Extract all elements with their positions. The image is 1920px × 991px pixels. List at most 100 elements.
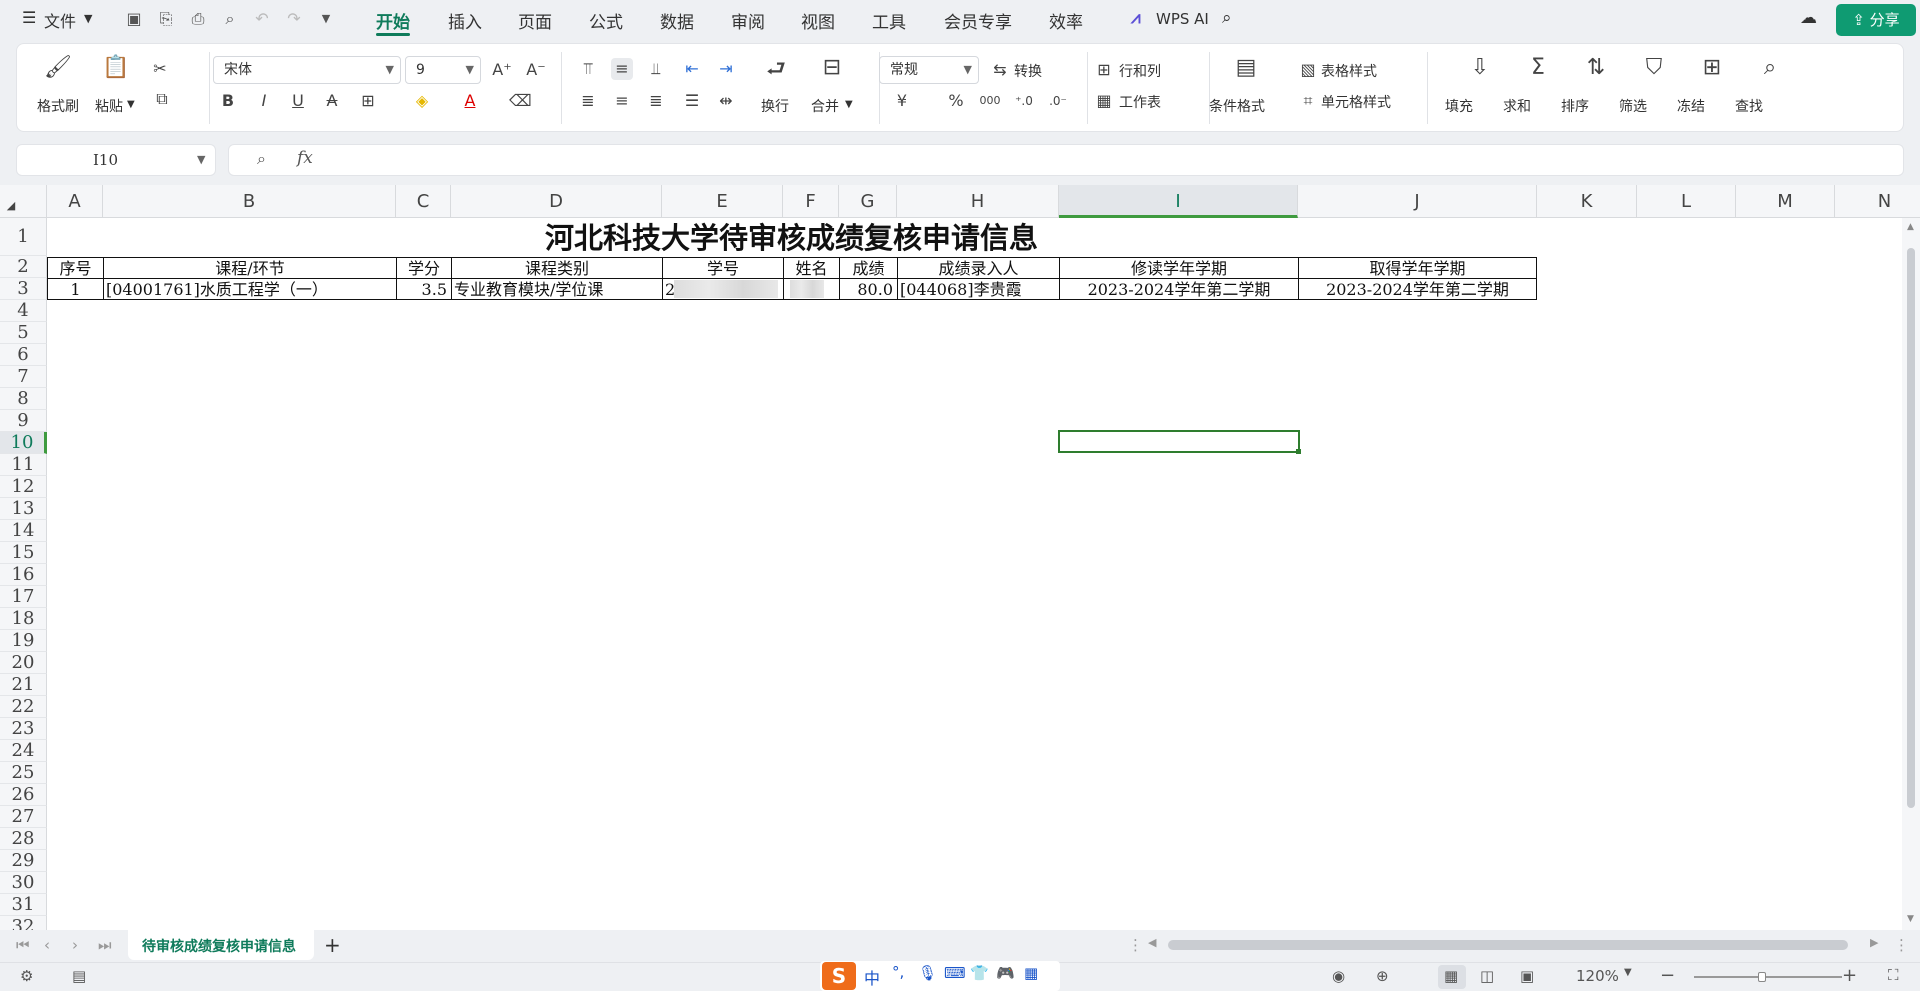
more-options-icon[interactable]: ⋮ (1894, 936, 1909, 954)
vertical-scroll-thumb[interactable] (1907, 248, 1915, 808)
row-header[interactable]: 7 (0, 366, 47, 388)
row-header[interactable]: 8 (0, 388, 47, 410)
game-icon[interactable]: 🎮 (996, 964, 1015, 982)
last-sheet-icon[interactable]: ⏭ (98, 936, 112, 954)
header-cell-earned-term[interactable]: 取得学年学期 (1298, 257, 1537, 279)
row-col-button[interactable]: 行和列 (1119, 61, 1161, 81)
selected-cell-I10[interactable] (1058, 430, 1300, 453)
tab-review[interactable]: 审阅 (731, 8, 765, 33)
column-header[interactable]: E (662, 185, 783, 218)
punctuation-icon[interactable]: °, (892, 963, 904, 981)
header-cell-student-id[interactable]: 学号 (662, 257, 784, 279)
column-header[interactable]: J (1298, 185, 1537, 218)
sogou-logo-icon[interactable]: S (822, 962, 856, 990)
font-size-select[interactable]: 9 ▼ (405, 56, 481, 84)
tab-tools[interactable]: 工具 (872, 8, 906, 33)
cell-course[interactable]: [04001761]水质工程学（一） (103, 278, 397, 300)
tab-formula[interactable]: 公式 (589, 8, 623, 33)
redo-icon[interactable]: ↷ (284, 9, 304, 29)
search-icon[interactable]: ⌕ (1222, 8, 1232, 28)
align-bottom-icon[interactable]: ⫫ (645, 58, 667, 80)
row-header[interactable]: 19 (0, 630, 47, 652)
conditional-format-icon[interactable]: ▤ (1231, 54, 1261, 82)
vertical-scrollbar[interactable]: ▲ ▼ (1902, 218, 1920, 930)
chevron-down-icon[interactable]: ▼ (84, 12, 92, 25)
merge-icon[interactable]: ⊟ (817, 54, 847, 82)
cell-entered-by[interactable]: [044068]李贵霞 (897, 278, 1060, 300)
fill-icon[interactable]: ⇩ (1465, 54, 1495, 82)
row-header[interactable]: 20 (0, 652, 47, 674)
row-header[interactable]: 31 (0, 894, 47, 916)
skin-icon[interactable]: 👕 (970, 964, 989, 982)
zoom-slider-thumb[interactable] (1758, 972, 1766, 982)
conditional-format-button[interactable]: 条件格式 (1209, 96, 1265, 116)
fullscreen-icon[interactable]: ⛶ (1888, 966, 1899, 984)
wrap-text-button[interactable]: 换行 (761, 96, 789, 116)
row-header[interactable]: 26 (0, 784, 47, 806)
column-header[interactable]: N (1835, 185, 1920, 218)
column-header[interactable]: D (451, 185, 662, 218)
row-header[interactable]: 32 (0, 916, 47, 930)
cell-style-button[interactable]: 单元格样式 (1321, 92, 1391, 112)
row-header[interactable]: 22 (0, 696, 47, 718)
row-header[interactable]: 11 (0, 454, 47, 476)
zoom-formula-icon[interactable]: ⌕ (257, 149, 266, 169)
reading-view-icon[interactable]: ▣ (1520, 967, 1534, 985)
export-icon[interactable]: ⎘ (156, 9, 176, 29)
cell-category[interactable]: 专业教育模块/学位课 (451, 278, 663, 300)
scroll-left-icon[interactable]: ◀ (1148, 936, 1156, 949)
row-header[interactable]: 1 (0, 218, 47, 256)
select-all-corner[interactable]: ◢ (0, 185, 47, 218)
increase-decimal-icon[interactable]: ⁺.0 (1013, 90, 1035, 112)
header-cell-study-term[interactable]: 修读学年学期 (1059, 257, 1299, 279)
row-header-selected[interactable]: 10 (0, 432, 47, 454)
row-header[interactable]: 25 (0, 762, 47, 784)
percent-icon[interactable]: % (945, 90, 967, 112)
cloud-icon[interactable]: ☁ (1800, 8, 1817, 28)
sort-button[interactable]: 排序 (1561, 96, 1589, 116)
sum-icon[interactable]: Σ (1523, 54, 1553, 82)
zoom-slider-track[interactable] (1694, 976, 1842, 978)
next-sheet-icon[interactable]: › (72, 936, 78, 954)
italic-icon[interactable]: I (253, 90, 275, 112)
row-header[interactable]: 2 (0, 256, 47, 278)
tab-data[interactable]: 数据 (660, 8, 694, 33)
row-col-icon[interactable]: ⊞ (1093, 59, 1115, 81)
zoom-chevron-icon[interactable]: ▼ (1624, 967, 1632, 978)
increase-font-icon[interactable]: A⁺ (491, 59, 513, 81)
row-header[interactable]: 27 (0, 806, 47, 828)
sheet-title[interactable]: 河北科技大学待审核成绩复核申请信息 (451, 219, 1132, 257)
column-header[interactable]: F (783, 185, 839, 218)
row-header[interactable]: 23 (0, 718, 47, 740)
ime-mode[interactable]: 中 (864, 965, 880, 989)
sort-icon[interactable]: ⇅ (1581, 54, 1611, 82)
row-header[interactable]: 13 (0, 498, 47, 520)
tab-insert[interactable]: 插入 (448, 8, 482, 33)
row-header[interactable]: 18 (0, 608, 47, 630)
more-chevron-icon[interactable]: ▼ (316, 9, 336, 29)
first-sheet-icon[interactable]: ⏮ (16, 936, 30, 954)
cell-style-icon[interactable]: ⌗ (1297, 90, 1319, 112)
fx-icon[interactable]: fx (297, 148, 313, 168)
zoom-in-icon[interactable]: + (1842, 965, 1857, 986)
column-header[interactable]: C (396, 185, 451, 218)
fill-color-icon[interactable]: ◈ (411, 90, 433, 112)
font-color-icon[interactable]: A (459, 90, 481, 112)
header-cell-seq[interactable]: 序号 (47, 257, 104, 279)
zoom-out-icon[interactable]: − (1660, 965, 1675, 986)
align-top-icon[interactable]: ⫪ (577, 58, 599, 80)
copy-icon[interactable]: ⧉ (151, 88, 173, 110)
doc-info-icon[interactable]: ▤ (72, 967, 86, 985)
clear-format-icon[interactable]: ⌫ (509, 90, 532, 112)
row-header[interactable]: 15 (0, 542, 47, 564)
filter-icon[interactable]: ⛉ (1639, 54, 1669, 82)
header-cell-credit[interactable]: 学分 (396, 257, 452, 279)
eye-protection-icon[interactable]: ◉ (1332, 967, 1345, 985)
horizontal-scroll-thumb[interactable] (1168, 940, 1848, 950)
row-header[interactable]: 30 (0, 872, 47, 894)
find-button[interactable]: 查找 (1735, 96, 1763, 116)
row-header[interactable]: 9 (0, 410, 47, 432)
find-icon[interactable]: ⌕ (1755, 54, 1785, 82)
prev-sheet-icon[interactable]: ‹ (44, 936, 50, 954)
apps-grid-icon[interactable]: ▦ (1024, 964, 1038, 982)
